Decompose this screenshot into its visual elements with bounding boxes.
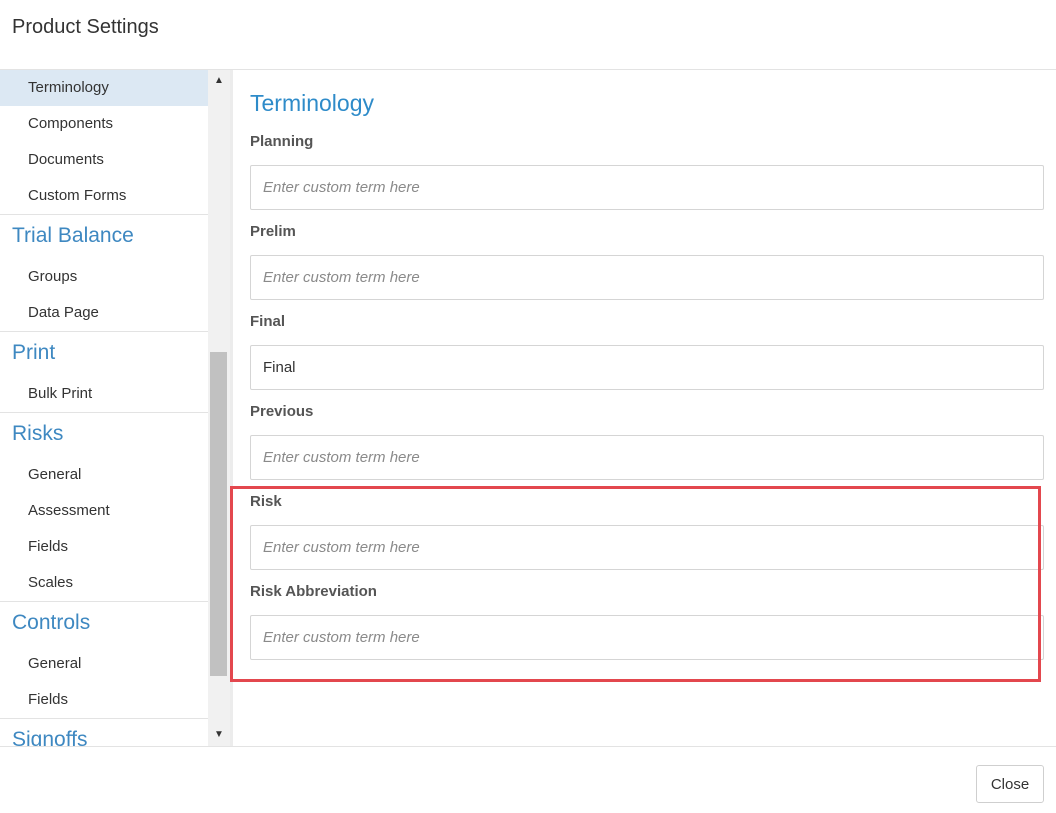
page-title: Terminology (250, 90, 374, 116)
sidebar-item-groups[interactable]: Groups (0, 259, 208, 295)
final-input[interactable] (250, 345, 1044, 390)
sidebar-item-controls-fields[interactable]: Fields (0, 682, 208, 718)
sidebar-item-controls-general[interactable]: General (0, 646, 208, 682)
sidebar-item-risks-general[interactable]: General (0, 457, 208, 493)
sidebar-section-signoffs[interactable]: Signoffs (0, 718, 208, 746)
sidebar-item-documents[interactable]: Documents (0, 142, 208, 178)
sidebar-list: Terminology Components Documents Custom … (0, 70, 208, 746)
previous-label: Previous (250, 403, 314, 420)
sidebar-item-risks-fields[interactable]: Fields (0, 529, 208, 565)
highlight-annotation (230, 486, 1041, 682)
planning-label: Planning (250, 133, 314, 150)
dialog-header: Product Settings (0, 0, 1056, 70)
sidebar-scrollbar[interactable]: ▲ ▼ (208, 70, 230, 746)
dialog-footer: Close (0, 746, 1056, 813)
sidebar-section-print[interactable]: Print (0, 331, 208, 376)
dialog-title: Product Settings (12, 16, 159, 38)
final-label: Final (250, 313, 286, 330)
triangle-down-icon[interactable]: ▼ (208, 728, 230, 742)
triangle-up-icon[interactable]: ▲ (208, 74, 230, 88)
planning-input[interactable] (250, 165, 1044, 210)
close-button[interactable]: Close (976, 765, 1044, 803)
prelim-input[interactable] (250, 255, 1044, 300)
prelim-label: Prelim (250, 223, 296, 240)
sidebar-item-custom-forms[interactable]: Custom Forms (0, 178, 208, 214)
sidebar-item-assessment[interactable]: Assessment (0, 493, 208, 529)
sidebar-item-scales[interactable]: Scales (0, 565, 208, 601)
sidebar-section-trial-balance[interactable]: Trial Balance (0, 214, 208, 259)
settings-sidebar: Terminology Components Documents Custom … (0, 70, 230, 746)
sidebar-item-terminology[interactable]: Terminology (0, 70, 208, 106)
sidebar-section-controls[interactable]: Controls (0, 601, 208, 646)
sidebar-section-risks[interactable]: Risks (0, 412, 208, 457)
previous-input[interactable] (250, 435, 1044, 480)
scrollbar-thumb[interactable] (210, 352, 227, 676)
sidebar-item-components[interactable]: Components (0, 106, 208, 142)
sidebar-item-bulk-print[interactable]: Bulk Print (0, 376, 208, 412)
sidebar-item-data-page[interactable]: Data Page (0, 295, 208, 331)
